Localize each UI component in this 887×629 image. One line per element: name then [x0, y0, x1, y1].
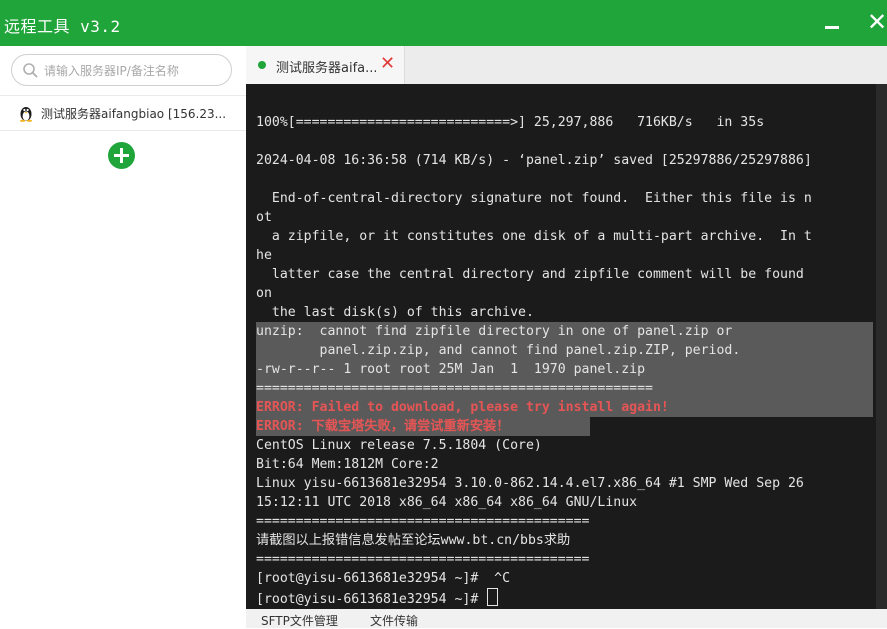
sidebar: 测试服务器aifangbiao [156.23... — [0, 46, 247, 628]
terminal-output: 100%[===========================>] 25,29… — [256, 113, 873, 607]
minimize-button[interactable] — [820, 10, 844, 34]
terminal-line: he — [256, 248, 272, 263]
terminal-line: panel.zip.zip, and cannot find panel.zip… — [256, 341, 873, 360]
terminal-line: [root@yisu-6613681e32954 ~]# ^C — [256, 571, 511, 586]
terminal-line: -rw-r--r-- 1 root root 25M Jan 1 1970 pa… — [256, 360, 873, 379]
bottom-tab-bar: SFTP文件管理 文件传输 — [246, 609, 887, 628]
tab-session[interactable]: 测试服务器aifa... ✕ — [246, 46, 405, 84]
tab-file-transfer[interactable]: 文件传输 — [370, 612, 418, 629]
terminal-line: latter case the central directory and zi… — [256, 267, 804, 282]
terminal-line: Linux yisu-6613681e32954 3.10.0-862.14.4… — [256, 476, 804, 491]
linux-icon — [20, 107, 32, 122]
add-server-button[interactable] — [108, 142, 135, 169]
terminal-line: 2024-04-08 16:36:58 (714 KB/s) - ‘panel.… — [256, 153, 812, 168]
error-line: ERROR: 下载宝塔失败，请尝试重新安装！ — [256, 417, 590, 436]
terminal-line: CentOS Linux release 7.5.1804 (Core) — [256, 438, 542, 453]
search-icon — [23, 63, 38, 78]
tab-sftp[interactable]: SFTP文件管理 — [261, 612, 338, 629]
close-tab-icon[interactable]: ✕ — [380, 53, 395, 74]
terminal-line: ========================================… — [256, 514, 590, 529]
close-window-button[interactable]: ✕ — [865, 10, 887, 34]
title-bar: 远程工具 v3.2 ✕ — [0, 0, 887, 46]
terminal-line: on — [256, 286, 272, 301]
terminal[interactable]: 100%[===========================>] 25,29… — [246, 84, 887, 609]
terminal-line: ========================================… — [256, 552, 590, 567]
terminal-line: 15:12:11 UTC 2018 x86_64 x86_64 x86_64 G… — [256, 495, 638, 510]
search-box[interactable] — [11, 54, 232, 86]
terminal-line: 100%[===========================>] 25,29… — [256, 115, 765, 130]
session-tab-bar: 测试服务器aifa... ✕ — [246, 46, 887, 84]
prompt-line[interactable]: [root@yisu-6613681e32954 ~]# — [256, 588, 873, 607]
terminal-line: the last disk(s) of this archive. — [256, 305, 534, 320]
terminal-line: ========================================… — [256, 379, 873, 398]
error-line: ERROR: Failed to download, please try in… — [256, 398, 873, 417]
terminal-line: Bit:64 Mem:1812M Core:2 — [256, 457, 439, 472]
server-name: 测试服务器aifangbiao [156.23... — [41, 107, 227, 121]
terminal-line: ot — [256, 210, 272, 225]
minimize-icon — [825, 26, 839, 29]
terminal-line: 请截图以上报错信息发帖至论坛www.bt.cn/bbs求助 — [256, 533, 571, 548]
terminal-line: End-of-central-directory signature not f… — [256, 191, 812, 206]
connection-status-dot — [258, 61, 266, 69]
terminal-line: a zipfile, or it constitutes one disk of… — [256, 229, 812, 244]
app-title: 远程工具 v3.2 — [4, 17, 121, 36]
tab-label: 测试服务器aifa... — [276, 61, 376, 76]
terminal-line: unzip: cannot find zipfile directory in … — [256, 322, 873, 341]
search-input[interactable] — [42, 60, 226, 82]
divider — [0, 130, 246, 131]
terminal-cursor — [487, 588, 499, 606]
server-list-item[interactable]: 测试服务器aifangbiao [156.23... — [0, 96, 246, 130]
terminal-scrollbar[interactable] — [876, 84, 887, 609]
prompt-text: [root@yisu-6613681e32954 ~]# — [256, 592, 487, 607]
